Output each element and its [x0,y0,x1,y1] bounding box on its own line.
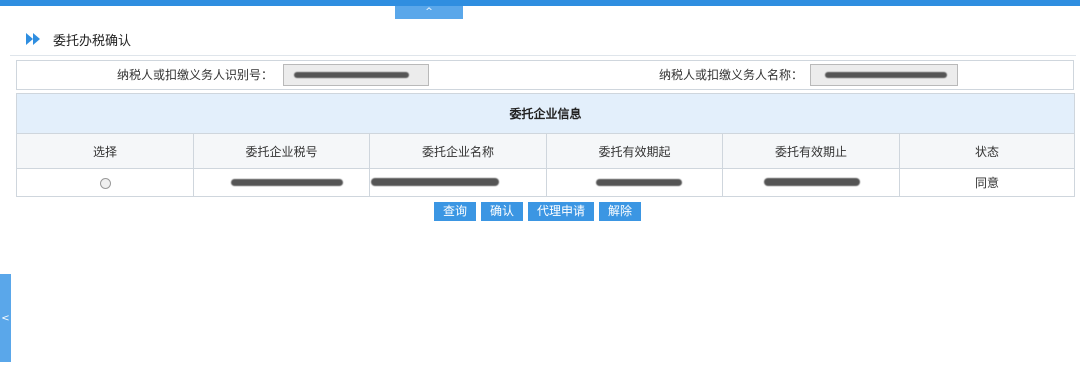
column-header-select: 选择 [16,133,194,169]
taxpayer-name-field[interactable] [810,64,958,86]
status-cell: 同意 [898,168,1076,197]
side-expand-toggle[interactable]: < [0,274,11,362]
valid-to-cell [722,168,900,197]
table-caption: 委托企业信息 [15,93,1076,134]
tax-id-cell [193,168,370,197]
company-name-cell [369,168,547,197]
taxpayer-id-field[interactable] [283,64,429,86]
redaction-mark [231,179,343,186]
taxpayer-info-row: 纳税人或扣缴义务人识别号： 纳税人或扣缴义务人名称： [16,60,1074,90]
taxpayer-name-label: 纳税人或扣缴义务人名称： [659,68,804,82]
agent-apply-button[interactable]: 代理申请 [528,202,595,221]
release-button[interactable]: 解除 [599,202,642,221]
row-select-radio[interactable] [99,177,111,189]
column-header-tax-id: 委托企业税号 [193,133,370,169]
column-header-status: 状态 [898,133,1076,169]
query-button[interactable]: 查询 [434,202,477,221]
delegated-company-table: 委托企业信息 选择 委托企业税号 委托企业名称 委托有效期起 委托有效期止 状态… [15,93,1076,197]
redaction-mark [294,72,409,78]
redaction-mark [764,178,860,186]
redaction-mark [596,179,682,186]
collapse-up-toggle[interactable]: ^ [395,6,463,19]
column-header-company-name: 委托企业名称 [369,133,547,169]
page-title: 委托办税确认 [53,33,132,49]
column-header-valid-to: 委托有效期止 [722,133,900,169]
action-button-bar: 查询 确认 代理申请 解除 [434,202,642,221]
redaction-mark [371,178,499,186]
confirm-button[interactable]: 确认 [481,202,524,221]
chevron-left-icon: < [1,312,10,324]
valid-from-cell [546,168,723,197]
taxpayer-id-label: 纳税人或扣缴义务人识别号： [117,68,274,82]
redaction-mark [825,72,947,78]
table-row[interactable]: 同意 [16,168,1076,197]
double-arrow-icon [25,32,43,46]
page-header: 委托办税确认 [10,23,1076,56]
column-header-valid-from: 委托有效期起 [546,133,723,169]
select-cell [16,168,194,197]
top-accent-bar [0,0,1080,6]
